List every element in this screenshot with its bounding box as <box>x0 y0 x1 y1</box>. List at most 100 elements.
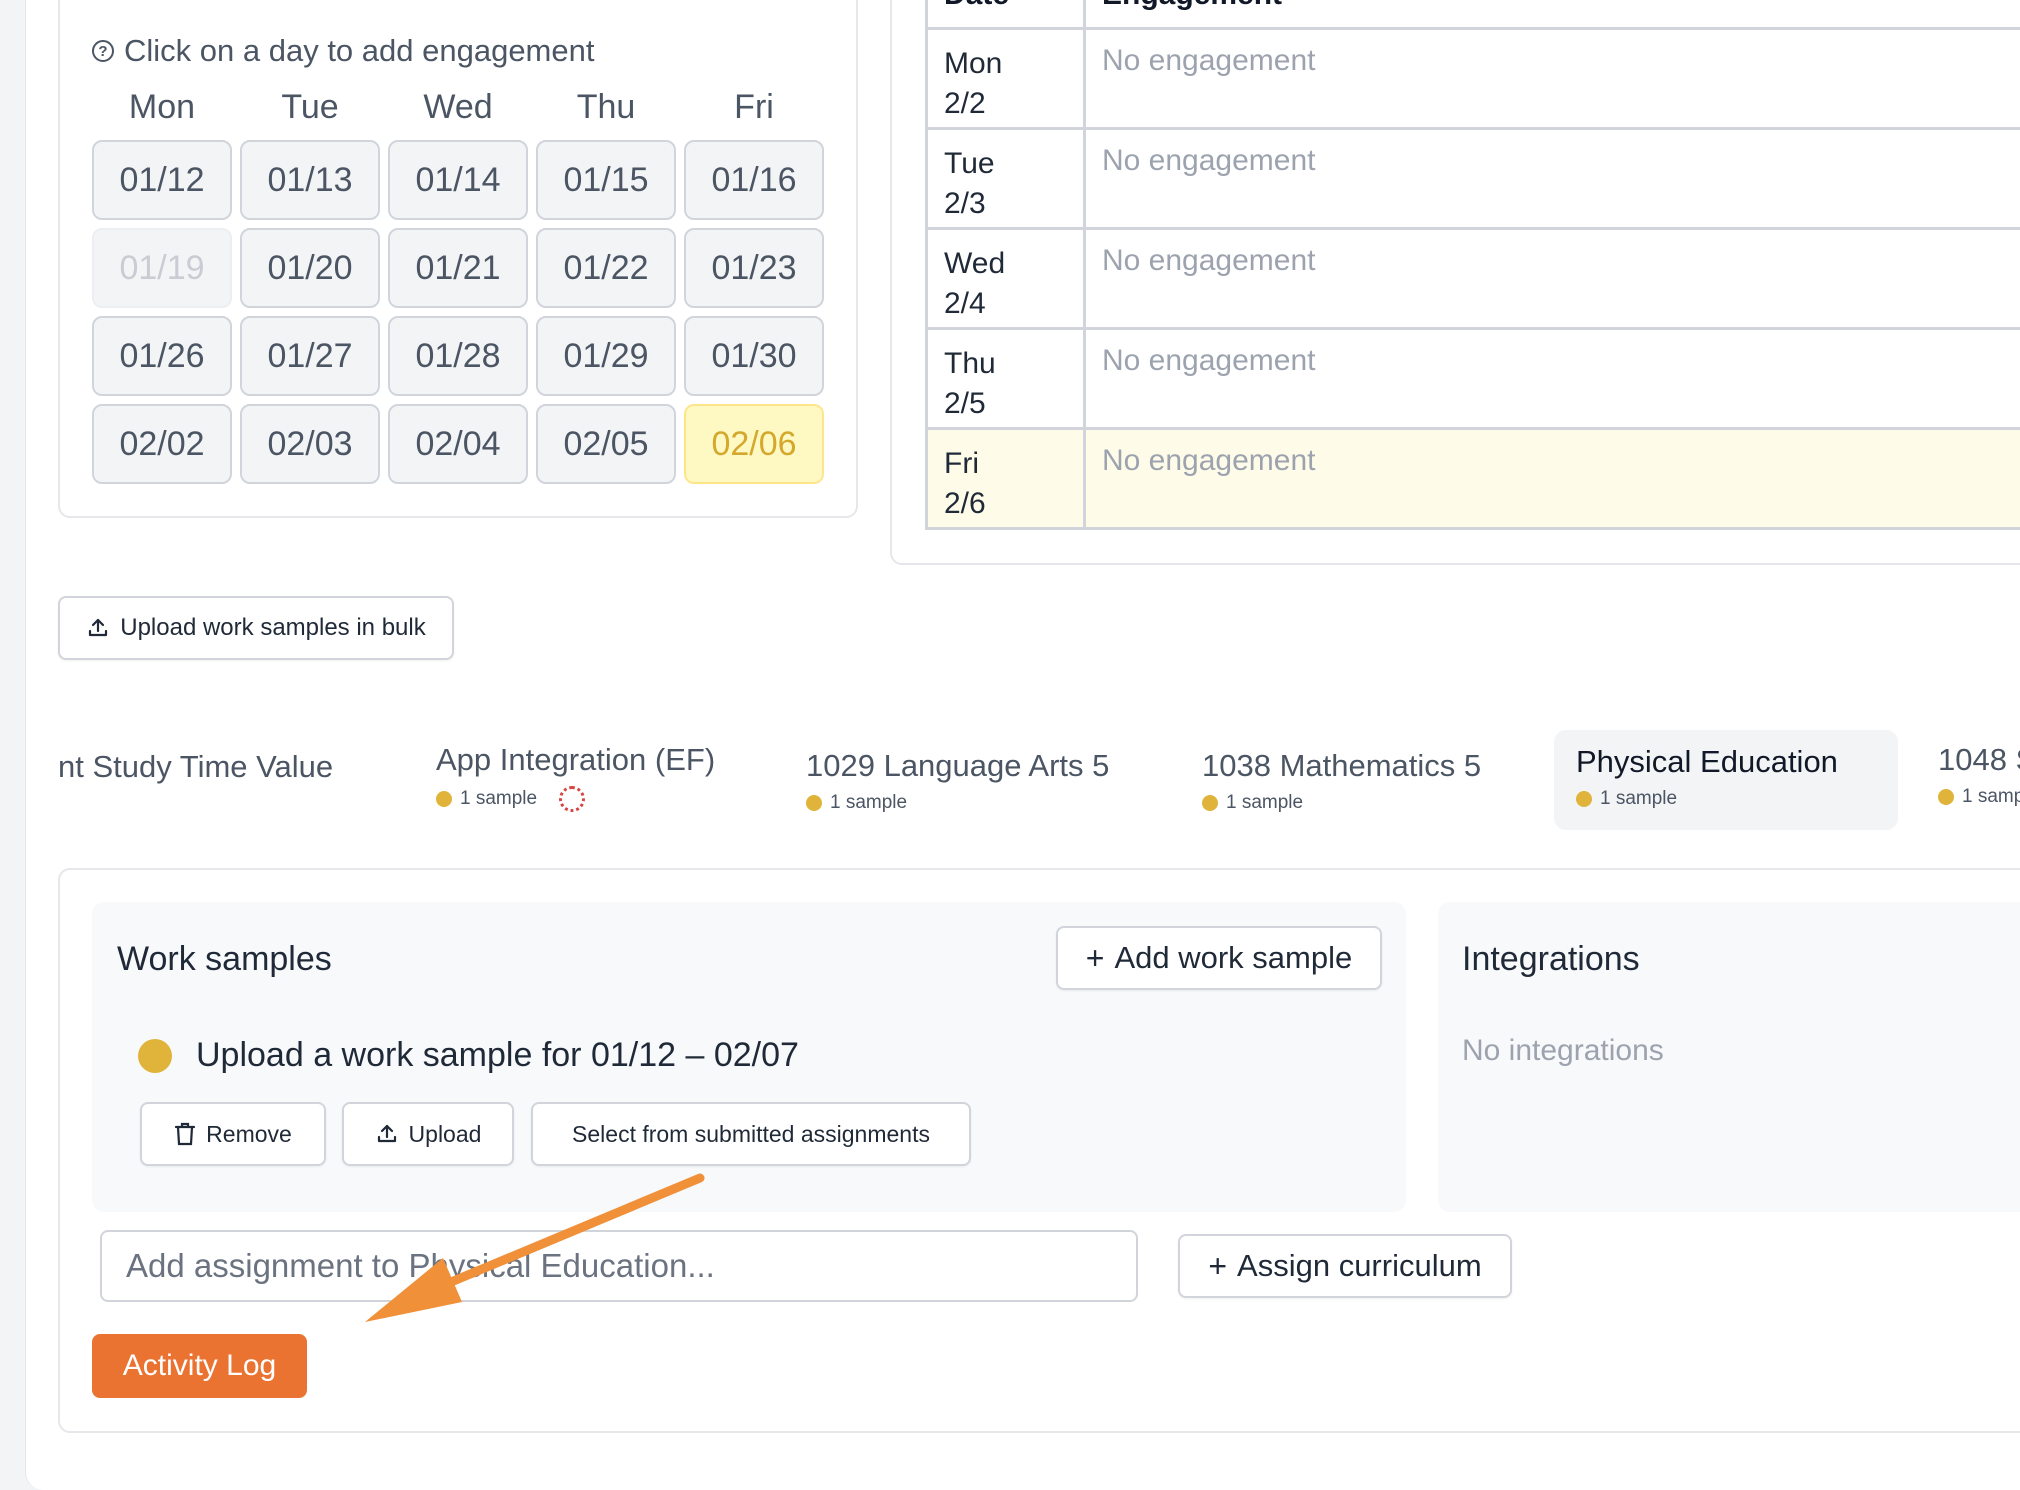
engagement-value: No engagement <box>1102 344 1316 377</box>
trash-icon <box>175 1122 196 1146</box>
assign-curriculum-button[interactable]: + Assign curriculum <box>1178 1234 1512 1298</box>
weekday-mon: Mon <box>128 88 196 126</box>
sample-count-label: 1 sample <box>830 792 908 813</box>
tab-title: App Integration (EF) <box>436 742 716 777</box>
upload-label: Upload <box>408 1120 482 1147</box>
tab-1048[interactable]: 1048 S 1 samp <box>1938 742 2020 808</box>
upload-bulk-button[interactable]: Upload work samples in bulk <box>58 596 454 660</box>
work-sample-text: Upload a work sample for 01/12 – 02/07 <box>196 1036 799 1074</box>
calendar-day[interactable]: 02/05 <box>536 404 676 484</box>
engagement-row[interactable]: Tue 2/3 No engagement <box>928 130 2020 230</box>
pending-status-icon <box>138 1038 172 1073</box>
add-work-sample-button[interactable]: + Add work sample <box>1056 926 1382 990</box>
select-submitted-button[interactable]: Select from submitted assignments <box>531 1102 971 1166</box>
upload-icon <box>89 618 108 637</box>
calendar-day[interactable]: 01/16 <box>684 140 824 220</box>
plus-icon: + <box>1085 940 1105 976</box>
tab-sample-count: 1 sample <box>806 792 1109 814</box>
calendar-day[interactable]: 02/02 <box>92 404 232 484</box>
tab-language-arts[interactable]: 1029 Language Arts 5 1 sample <box>806 748 1109 814</box>
sample-dot <box>1576 791 1592 807</box>
weekday-wed: Wed <box>423 88 493 126</box>
tab-sample-count: 1 sample <box>1576 788 1876 810</box>
engagement-row[interactable]: Thu 2/5 No engagement <box>928 330 2020 430</box>
engagement-row[interactable]: Wed 2/4 No engagement <box>928 230 2020 330</box>
tab-study-time[interactable]: nt Study Time Value <box>58 749 333 785</box>
add-assignment-input[interactable] <box>100 1230 1138 1302</box>
engagement-table: Date Engagement Mon 2/2 No engagement Tu… <box>925 0 2020 530</box>
upload-bulk-label: Upload work samples in bulk <box>120 614 426 641</box>
tab-title: 1038 Mathematics 5 <box>1202 748 1482 783</box>
tab-physical-education[interactable]: Physical Education 1 sample <box>1554 730 1898 830</box>
engagement-day: Thu <box>944 347 996 380</box>
calendar-day[interactable]: 01/12 <box>92 140 232 220</box>
upload-icon <box>377 1124 396 1143</box>
sample-count-label: 1 samp <box>1962 786 2020 807</box>
engagement-day: Mon <box>944 47 1003 80</box>
engagement-date-value: 2/3 <box>944 187 986 220</box>
header-date: Date <box>928 0 1086 27</box>
tab-title: 1029 Language Arts 5 <box>806 748 1110 783</box>
tab-app-integration[interactable]: App Integration (EF) 1 sample <box>436 742 715 812</box>
weekday-tue: Tue <box>281 88 339 126</box>
sample-count-label: 1 sample <box>460 788 538 809</box>
canvas-lms-icon <box>559 786 586 812</box>
calendar-day[interactable]: 01/29 <box>536 316 676 396</box>
engagement-date-value: 2/5 <box>944 387 986 420</box>
engagement-value: No engagement <box>1102 244 1316 277</box>
engagement-value: No engagement <box>1102 44 1316 77</box>
tab-title: 1048 S <box>1938 742 2020 777</box>
calendar-day[interactable]: 01/22 <box>536 228 676 308</box>
calendar-day-disabled: 01/19 <box>92 228 232 308</box>
calendar-day[interactable]: 02/03 <box>240 404 380 484</box>
weekday-thu: Thu <box>576 88 636 126</box>
engagement-date-value: 2/4 <box>944 287 986 320</box>
engagement-day: Fri <box>944 447 979 480</box>
calendar-day[interactable]: 01/30 <box>684 316 824 396</box>
calendar-hint: ? Click on a day to add engagement <box>92 33 594 69</box>
tab-sample-count: 1 samp <box>1938 786 2020 808</box>
add-work-sample-label: Add work sample <box>1114 940 1353 975</box>
no-integrations-text: No integrations <box>1462 1034 1664 1067</box>
calendar-day[interactable]: 01/14 <box>388 140 528 220</box>
engagement-date: Wed 2/4 <box>928 230 1086 327</box>
calendar-day[interactable]: 01/13 <box>240 140 380 220</box>
tab-title: nt Study Time Value <box>58 749 334 784</box>
tab-sample-count: 1 sample <box>436 786 715 812</box>
plus-icon: + <box>1208 1248 1228 1284</box>
calendar-day[interactable]: 01/28 <box>388 316 528 396</box>
engagement-header-row: Date Engagement <box>928 0 2020 30</box>
upload-button[interactable]: Upload <box>342 1102 514 1166</box>
calendar-day[interactable]: 01/21 <box>388 228 528 308</box>
activity-log-button[interactable]: Activity Log <box>92 1334 307 1398</box>
calendar-day[interactable]: 01/23 <box>684 228 824 308</box>
engagement-date: Thu 2/5 <box>928 330 1086 427</box>
calendar-day-today[interactable]: 02/06 <box>684 404 824 484</box>
header-engagement: Engagement <box>1086 0 2020 27</box>
calendar-hint-text: Click on a day to add engagement <box>124 33 595 68</box>
engagement-value: No engagement <box>1102 444 1316 477</box>
engagement-row[interactable]: Mon 2/2 No engagement <box>928 30 2020 130</box>
engagement-date-value: 2/6 <box>944 487 986 520</box>
calendar-day[interactable]: 01/15 <box>536 140 676 220</box>
assign-curriculum-label: Assign curriculum <box>1237 1248 1482 1283</box>
calendar-day[interactable]: 01/20 <box>240 228 380 308</box>
engagement-value: No engagement <box>1102 144 1316 177</box>
remove-button[interactable]: Remove <box>140 1102 326 1166</box>
sample-count-label: 1 sample <box>1226 792 1304 813</box>
sample-dot <box>1938 789 1954 805</box>
integrations-title: Integrations <box>1462 940 1640 978</box>
help-circle-icon: ? <box>92 40 114 62</box>
select-submitted-label: Select from submitted assignments <box>572 1120 930 1147</box>
tab-mathematics[interactable]: 1038 Mathematics 5 1 sample <box>1202 748 1481 814</box>
engagement-day: Wed <box>944 247 1006 280</box>
engagement-date: Mon 2/2 <box>928 30 1086 127</box>
work-samples-title: Work samples <box>117 940 332 978</box>
calendar-day[interactable]: 01/26 <box>92 316 232 396</box>
sample-count-label: 1 sample <box>1600 788 1678 809</box>
engagement-date-value: 2/2 <box>944 87 986 120</box>
calendar-day[interactable]: 01/27 <box>240 316 380 396</box>
engagement-row-today[interactable]: Fri 2/6 No engagement <box>928 430 2020 530</box>
sample-dot <box>806 795 822 811</box>
calendar-day[interactable]: 02/04 <box>388 404 528 484</box>
